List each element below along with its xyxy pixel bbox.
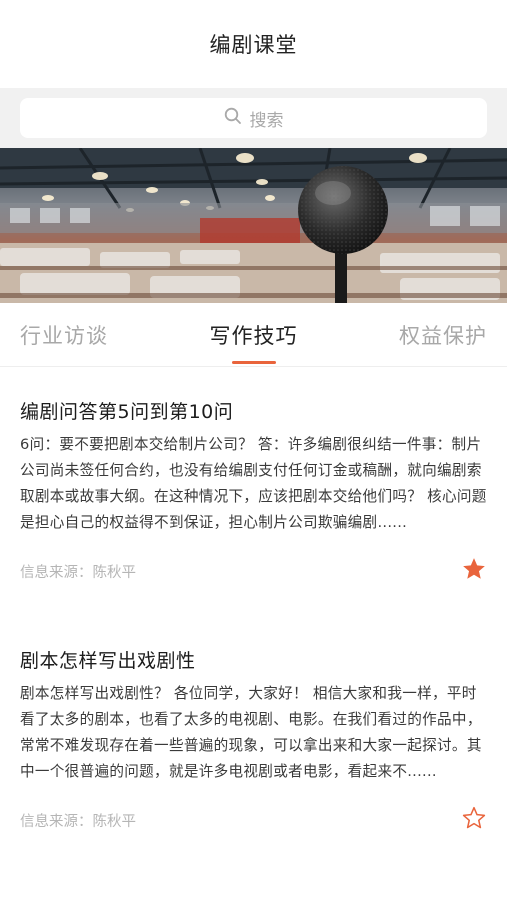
category-tabs: 行业访谈 写作技巧 权益保护 (0, 303, 507, 367)
article-source: 信息来源：陈秋平 (20, 813, 136, 830)
article-meta: 信息来源：陈秋平 (20, 805, 487, 835)
microphone-icon (0, 148, 507, 303)
article-excerpt: 剧本怎样写出戏剧性？ 各位同学，大家好！ 相信大家和我一样，平时看了太多的剧本，… (20, 685, 482, 780)
article-title[interactable]: 编剧问答第5问到第10问 (20, 397, 487, 424)
search-area: 搜索 (0, 88, 507, 148)
article-card[interactable]: 剧本怎样写出戏剧性 剧本怎样写出戏剧性？ 各位同学，大家好！ 相信大家和我一样，… (0, 586, 507, 835)
page-title: 编剧课堂 (209, 33, 298, 57)
article-excerpt: 6问：要不要把剧本交给制片公司？ 答：许多编剧很纠结一件事：制片公司尚未签任何合… (20, 436, 487, 531)
search-placeholder: 搜索 (249, 110, 284, 131)
article-title[interactable]: 剧本怎样写出戏剧性 (20, 646, 487, 673)
tab-industry-interviews[interactable]: 行业访谈 (20, 320, 108, 350)
article-card[interactable]: 编剧问答第5问到第10问 6问：要不要把剧本交给制片公司？ 答：许多编剧很纠结一… (0, 367, 507, 586)
favorite-star-outline-icon[interactable] (461, 805, 487, 835)
search-icon (224, 107, 242, 129)
favorite-star-icon[interactable] (461, 556, 487, 586)
banner-image[interactable] (0, 148, 507, 303)
tab-writing-skills[interactable]: 写作技巧 (210, 320, 298, 350)
article-meta: 信息来源：陈秋平 (20, 556, 487, 586)
tab-rights-protection[interactable]: 权益保护 (399, 320, 487, 350)
article-source: 信息来源：陈秋平 (20, 564, 136, 581)
top-bar: 编剧课堂 (0, 0, 507, 88)
active-tab-indicator (232, 361, 276, 364)
search-input[interactable]: 搜索 (20, 98, 487, 138)
